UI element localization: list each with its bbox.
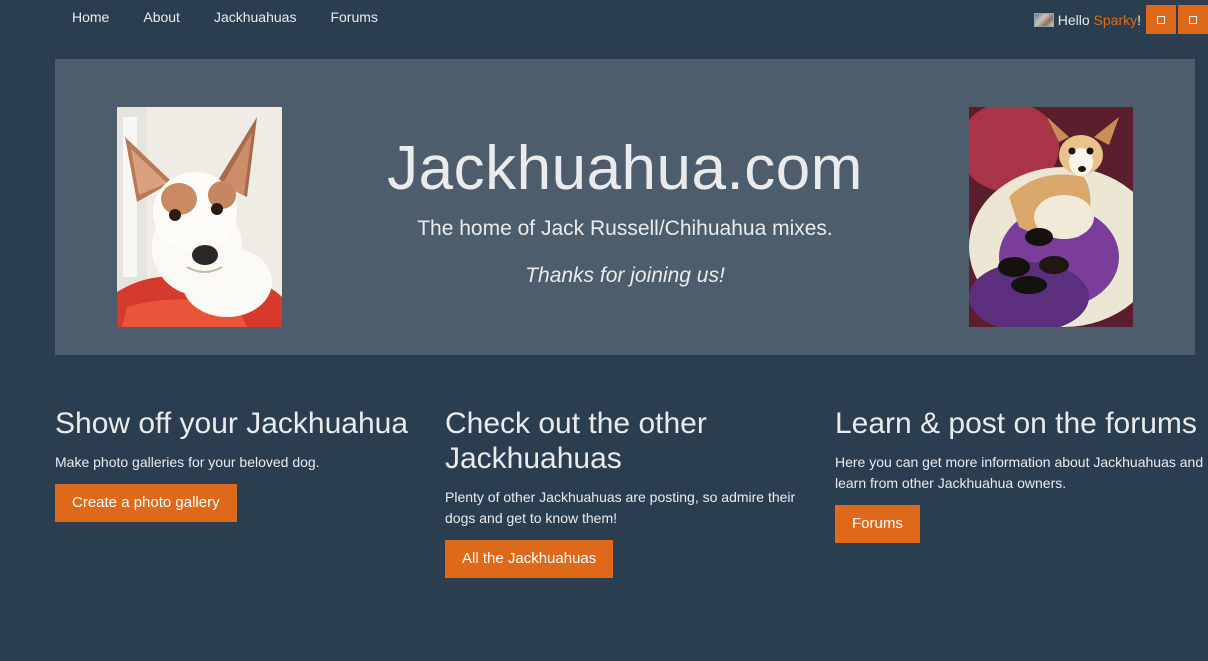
greeting: Hello Sparky! [1058,12,1141,28]
site-title: Jackhuahua.com [387,134,863,203]
square-icon [1189,15,1197,24]
account-button[interactable] [1146,5,1176,34]
user-avatar-icon [1033,12,1054,27]
greeting-exclaim: ! [1137,11,1141,28]
feature-text: Plenty of other Jackhuahuas are posting,… [445,489,796,526]
logout-button[interactable] [1178,5,1208,34]
feature-text: Here you can get more information about … [835,454,1204,491]
hero-text: Jackhuahua.com The home of Jack Russell/… [285,59,965,290]
navbar: Home About Jackhuahuas Forums Hello Spar… [0,0,1208,36]
feature-heading: Check out the other Jackhuahuas [445,407,707,475]
nav-link-home[interactable]: Home [55,0,126,34]
create-gallery-button[interactable]: Create a photo gallery [55,484,237,522]
greeting-text: Hello [1057,11,1090,28]
feature-text: Make photo galleries for your beloved do… [55,454,320,470]
feature-heading: Learn & post on the forums [835,407,1197,440]
all-jackhuahuas-button[interactable]: All the Jackhuahuas [445,540,614,578]
nav-link-forums[interactable]: Forums [313,0,394,34]
forums-button[interactable]: Forums [835,505,920,543]
welcome-message: Thanks for joining us! [525,264,725,287]
dog-photo-right [969,107,1133,327]
nav-link-jackhuahuas[interactable]: Jackhuahuas [197,0,314,34]
square-icon [1157,15,1165,24]
feature-gallery: Show off your Jackhuahua Make photo gall… [55,406,425,522]
nav-links: Home About Jackhuahuas Forums [55,0,395,34]
hero-banner: Jackhuahua.com The home of Jack Russell/… [55,59,1195,355]
dog-photo-left [117,107,282,327]
user-area: Hello Sparky! [1033,5,1208,34]
nav-link-about[interactable]: About [126,0,197,34]
site-subtitle: The home of Jack Russell/Chihuahua mixes… [417,217,833,240]
user-name-link[interactable]: Sparky [1094,12,1138,28]
feature-jackhuahuas: Check out the other Jackhuahuas Plenty o… [445,406,815,578]
feature-forums: Learn & post on the forums Here you can … [835,406,1205,543]
feature-heading: Show off your Jackhuahua [55,407,409,440]
